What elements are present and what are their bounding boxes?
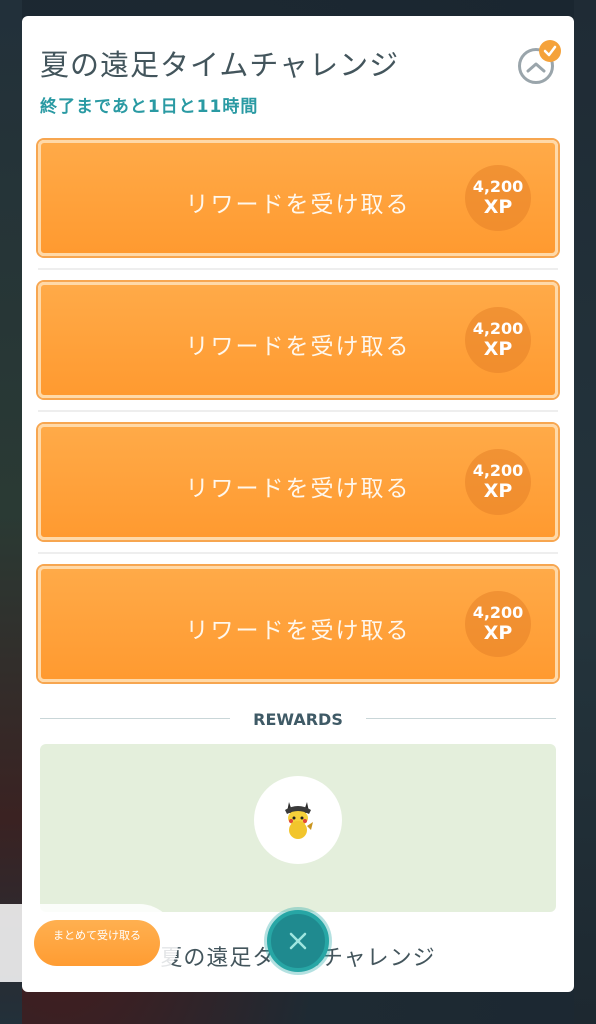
divider: [38, 552, 558, 554]
divider: [38, 268, 558, 270]
xp-unit: XP: [483, 622, 513, 644]
xp-badge: 4,200 XP: [465, 165, 531, 231]
claim-reward-button[interactable]: リワードを受け取る 4,200 XP: [38, 282, 558, 398]
rewards-panel: [40, 744, 556, 912]
close-icon: [289, 932, 307, 950]
close-button[interactable]: [267, 910, 329, 972]
claim-reward-button[interactable]: リワードを受け取る 4,200 XP: [38, 566, 558, 682]
time-remaining: 終了まであと1日と11時間: [40, 97, 259, 117]
xp-amount: 4,200: [472, 319, 524, 338]
xp-unit: XP: [483, 196, 513, 218]
xp-amount: 4,200: [472, 461, 524, 480]
xp-badge: 4,200 XP: [465, 307, 531, 373]
claim-reward-button[interactable]: リワードを受け取る 4,200 XP: [38, 140, 558, 256]
background-left: [0, 0, 22, 1024]
background-right: [574, 0, 596, 1024]
xp-badge: 4,200 XP: [465, 591, 531, 657]
challenge-sheet: 夏の遠足タイムチャレンジ 終了まであと1日と11時間 リワードを受け取る 4,2…: [22, 16, 574, 992]
divider: [38, 410, 558, 412]
xp-badge: 4,200 XP: [465, 449, 531, 515]
completion-badge[interactable]: [518, 40, 561, 84]
xp-amount: 4,200: [472, 177, 524, 196]
claim-reward-button[interactable]: リワードを受け取る 4,200 XP: [38, 424, 558, 540]
page-title: 夏の遠足タイムチャレンジ: [40, 48, 400, 82]
xp-unit: XP: [483, 338, 513, 360]
xp-amount: 4,200: [472, 603, 524, 622]
claim-all-button[interactable]: まとめて受け取る: [34, 920, 160, 966]
xp-unit: XP: [483, 480, 513, 502]
checkmark-icon: [539, 40, 561, 62]
rewards-heading: REWARDS: [253, 710, 343, 729]
pikachu-icon[interactable]: [254, 776, 342, 864]
